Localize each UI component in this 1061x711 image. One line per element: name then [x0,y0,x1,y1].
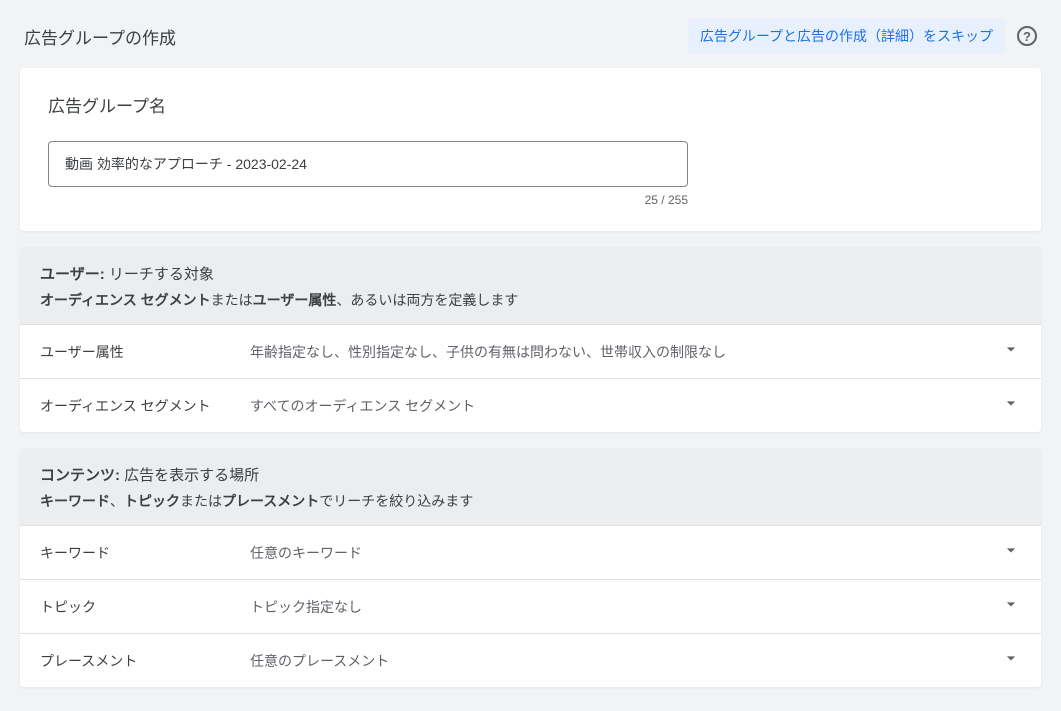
page-header: 広告グループの作成 広告グループと広告の作成（詳細）をスキップ ? [8,8,1053,68]
ad-group-name-input[interactable] [48,141,688,187]
content-sub-bold1: キーワード [40,493,110,509]
users-section-subtitle: オーディエンス セグメントまたはユーザー属性、あるいは両方を定義します [40,290,1021,310]
accordion-value: 任意のキーワード [250,543,1001,563]
content-sub-rest: でリーチを絞り込みます [319,493,473,509]
content-title-rest: 広告を表示する場所 [120,467,259,484]
accordion-row-placements[interactable]: プレースメント 任意のプレースメント [20,633,1041,687]
content-section-title: コンテンツ: 広告を表示する場所 [40,464,1021,485]
accordion-label: キーワード [40,543,250,563]
accordion-row-topics[interactable]: トピック トピック指定なし [20,579,1041,633]
accordion-row-user-attributes[interactable]: ユーザー属性 年齢指定なし、性別指定なし、子供の有無は問わない、世帯収入の制限な… [20,324,1041,378]
users-section-header: ユーザー: リーチする対象 オーディエンス セグメントまたはユーザー属性、あるい… [20,247,1041,324]
users-title-rest: リーチする対象 [105,266,214,283]
content-sub-bold2: トピック [124,493,180,509]
content-sub-mid1: 、 [110,493,124,509]
help-icon[interactable]: ? [1017,26,1037,46]
accordion-value: 任意のプレースメント [250,651,1001,671]
content-title-bold: コンテンツ: [40,467,120,484]
char-count: 25 / 255 [48,193,688,207]
accordion-label: プレースメント [40,651,250,671]
chevron-down-icon [1001,393,1021,418]
chevron-down-icon [1001,648,1021,673]
ad-group-name-title: 広告グループ名 [48,92,1013,117]
accordion-value: すべてのオーディエンス セグメント [250,396,1001,416]
page-title: 広告グループの作成 [24,24,176,49]
content-sub-bold3: プレースメント [222,493,319,509]
content-section-subtitle: キーワード、トピックまたはプレースメントでリーチを絞り込みます [40,491,1021,511]
users-title-bold: ユーザー: [40,266,105,283]
users-sub-bold1: オーディエンス セグメント [40,292,211,308]
accordion-row-keywords[interactable]: キーワード 任意のキーワード [20,525,1041,579]
accordion-label: ユーザー属性 [40,342,250,362]
ad-group-name-card: 広告グループ名 25 / 255 [20,68,1041,231]
content-section: コンテンツ: 広告を表示する場所 キーワード、トピックまたはプレースメントでリー… [20,448,1041,687]
users-section: ユーザー: リーチする対象 オーディエンス セグメントまたはユーザー属性、あるい… [20,247,1041,432]
content-sub-mid2: または [180,493,222,509]
chevron-down-icon [1001,339,1021,364]
users-sub-bold2: ユーザー属性 [253,292,337,308]
accordion-label: オーディエンス セグメント [40,396,250,416]
content-section-header: コンテンツ: 広告を表示する場所 キーワード、トピックまたはプレースメントでリー… [20,448,1041,525]
accordion-value: 年齢指定なし、性別指定なし、子供の有無は問わない、世帯収入の制限なし [250,342,1001,362]
users-sub-rest: 、あるいは両方を定義します [336,292,518,308]
users-sub-mid: または [211,292,253,308]
ad-group-name-input-wrap: 25 / 255 [48,141,688,207]
chevron-down-icon [1001,540,1021,565]
header-actions: 広告グループと広告の作成（詳細）をスキップ ? [688,18,1037,54]
accordion-label: トピック [40,597,250,617]
users-section-title: ユーザー: リーチする対象 [40,263,1021,284]
skip-link[interactable]: 広告グループと広告の作成（詳細）をスキップ [688,18,1005,54]
chevron-down-icon [1001,594,1021,619]
accordion-value: トピック指定なし [250,597,1001,617]
accordion-row-audience-segments[interactable]: オーディエンス セグメント すべてのオーディエンス セグメント [20,378,1041,432]
